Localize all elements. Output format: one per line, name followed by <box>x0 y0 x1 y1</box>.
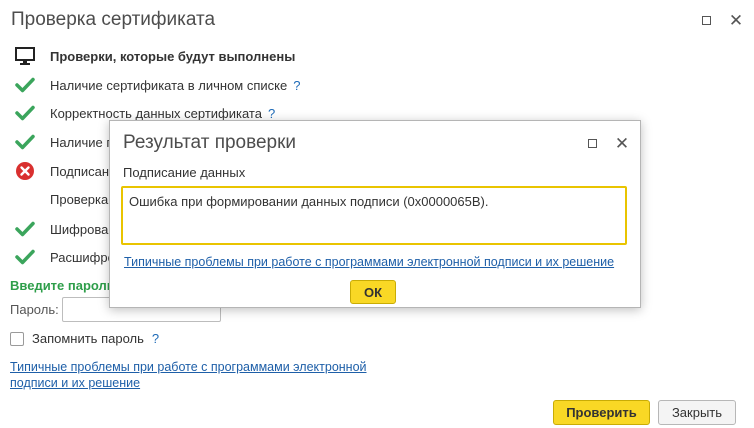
ok-button[interactable]: ОК <box>350 280 396 304</box>
check-item-label: Наличие п <box>50 134 114 150</box>
dialog-title: Результат проверки <box>123 132 297 153</box>
remember-password-checkbox[interactable] <box>10 331 24 346</box>
check-item-certificate-in-list: Наличие сертификата в личном списке? <box>14 74 300 96</box>
help-link[interactable]: ? <box>293 78 300 93</box>
check-item-label: Проверка <box>50 191 109 207</box>
check-item-verification: Проверка <box>14 188 108 210</box>
remember-password: Запомнить пароль ? <box>10 331 159 346</box>
check-item-label: Корректность данных сертификата <box>50 105 262 121</box>
help-link[interactable]: ? <box>268 106 275 121</box>
close-icon[interactable]: ✕ <box>613 134 631 152</box>
check-item-label: Наличие сертификата в личном списке <box>50 77 288 93</box>
error-icon <box>14 160 36 182</box>
check-item-label: Подписани <box>50 163 117 179</box>
error-message: Ошибка при формировании данных подписи (… <box>129 194 489 209</box>
check-item-encryption: Шифрован <box>14 218 116 240</box>
checks-header: Проверки, которые будут выполнены <box>14 45 295 67</box>
result-dialog: Результат проверки ✕ Подписание данных О… <box>109 120 641 308</box>
error-message-field[interactable]: Ошибка при формировании данных подписи (… <box>121 186 627 245</box>
maximize-icon[interactable] <box>697 11 715 29</box>
typical-problems-link[interactable]: Типичные проблемы при работе с программа… <box>10 359 390 391</box>
check-item-signing: Подписани <box>14 160 116 182</box>
check-item-label: Расшифро <box>50 249 115 265</box>
dialog-typical-problems-link[interactable]: Типичные проблемы при работе с программа… <box>124 255 614 269</box>
window-title: Проверка сертификата <box>11 9 216 30</box>
check-item-certificate-data: Корректность данных сертификата? <box>14 102 275 124</box>
checkmark-icon <box>14 74 36 96</box>
remember-password-label[interactable]: Запомнить пароль <box>32 331 144 346</box>
check-button[interactable]: Проверить <box>553 400 650 425</box>
password-label: Пароль: <box>10 302 59 317</box>
check-item-decryption: Расшифро <box>14 246 115 268</box>
password-prompt: Введите пароль <box>10 278 115 293</box>
close-button[interactable]: Закрыть <box>658 400 736 425</box>
checkmark-icon <box>14 218 36 240</box>
maximize-icon[interactable] <box>583 134 601 152</box>
checkmark-icon <box>14 102 36 124</box>
dialog-subtitle: Подписание данных <box>123 165 246 180</box>
monitor-icon <box>14 45 36 67</box>
check-item-3: Наличие п <box>14 131 113 153</box>
checkmark-icon <box>14 246 36 268</box>
close-icon[interactable]: ✕ <box>727 11 745 29</box>
check-item-label: Шифрован <box>50 221 116 237</box>
help-link[interactable]: ? <box>152 331 159 346</box>
checks-header-label: Проверки, которые будут выполнены <box>50 48 296 64</box>
checkmark-icon <box>14 131 36 153</box>
